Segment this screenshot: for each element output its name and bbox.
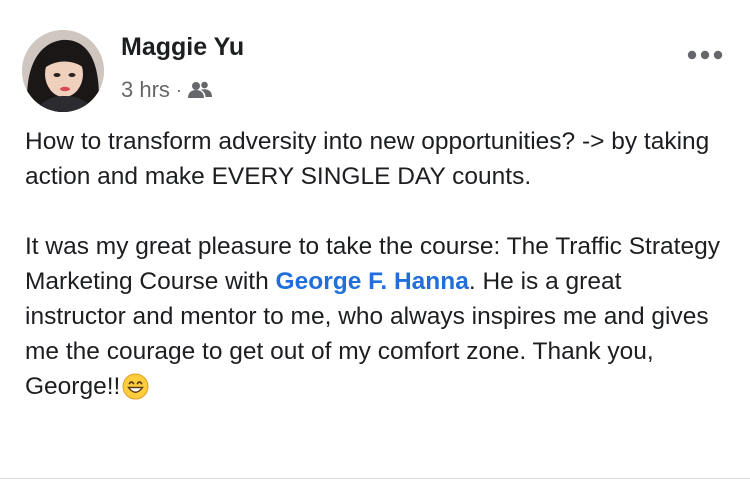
author-name[interactable]: Maggie Yu: [121, 33, 244, 62]
meta-separator: ·: [175, 79, 182, 100]
avatar[interactable]: [22, 30, 104, 112]
post-body: How to transform adversity into new oppo…: [25, 124, 725, 410]
divider: [0, 478, 750, 479]
mention-link[interactable]: George F. Hanna: [276, 268, 469, 295]
more-options-icon: [687, 50, 723, 60]
post-timestamp[interactable]: 3 hrs: [121, 77, 170, 103]
grinning-face-icon: [122, 373, 149, 410]
post-card: Maggie Yu 3 hrs · How to transform adver…: [0, 0, 750, 484]
friends-icon[interactable]: [187, 80, 212, 100]
more-options-button[interactable]: [678, 42, 732, 68]
post-paragraph-1: How to transform adversity into new oppo…: [25, 128, 710, 190]
post-paragraph-2: It was my great pleasure to take the cou…: [25, 229, 725, 410]
post-meta: 3 hrs ·: [121, 77, 212, 103]
